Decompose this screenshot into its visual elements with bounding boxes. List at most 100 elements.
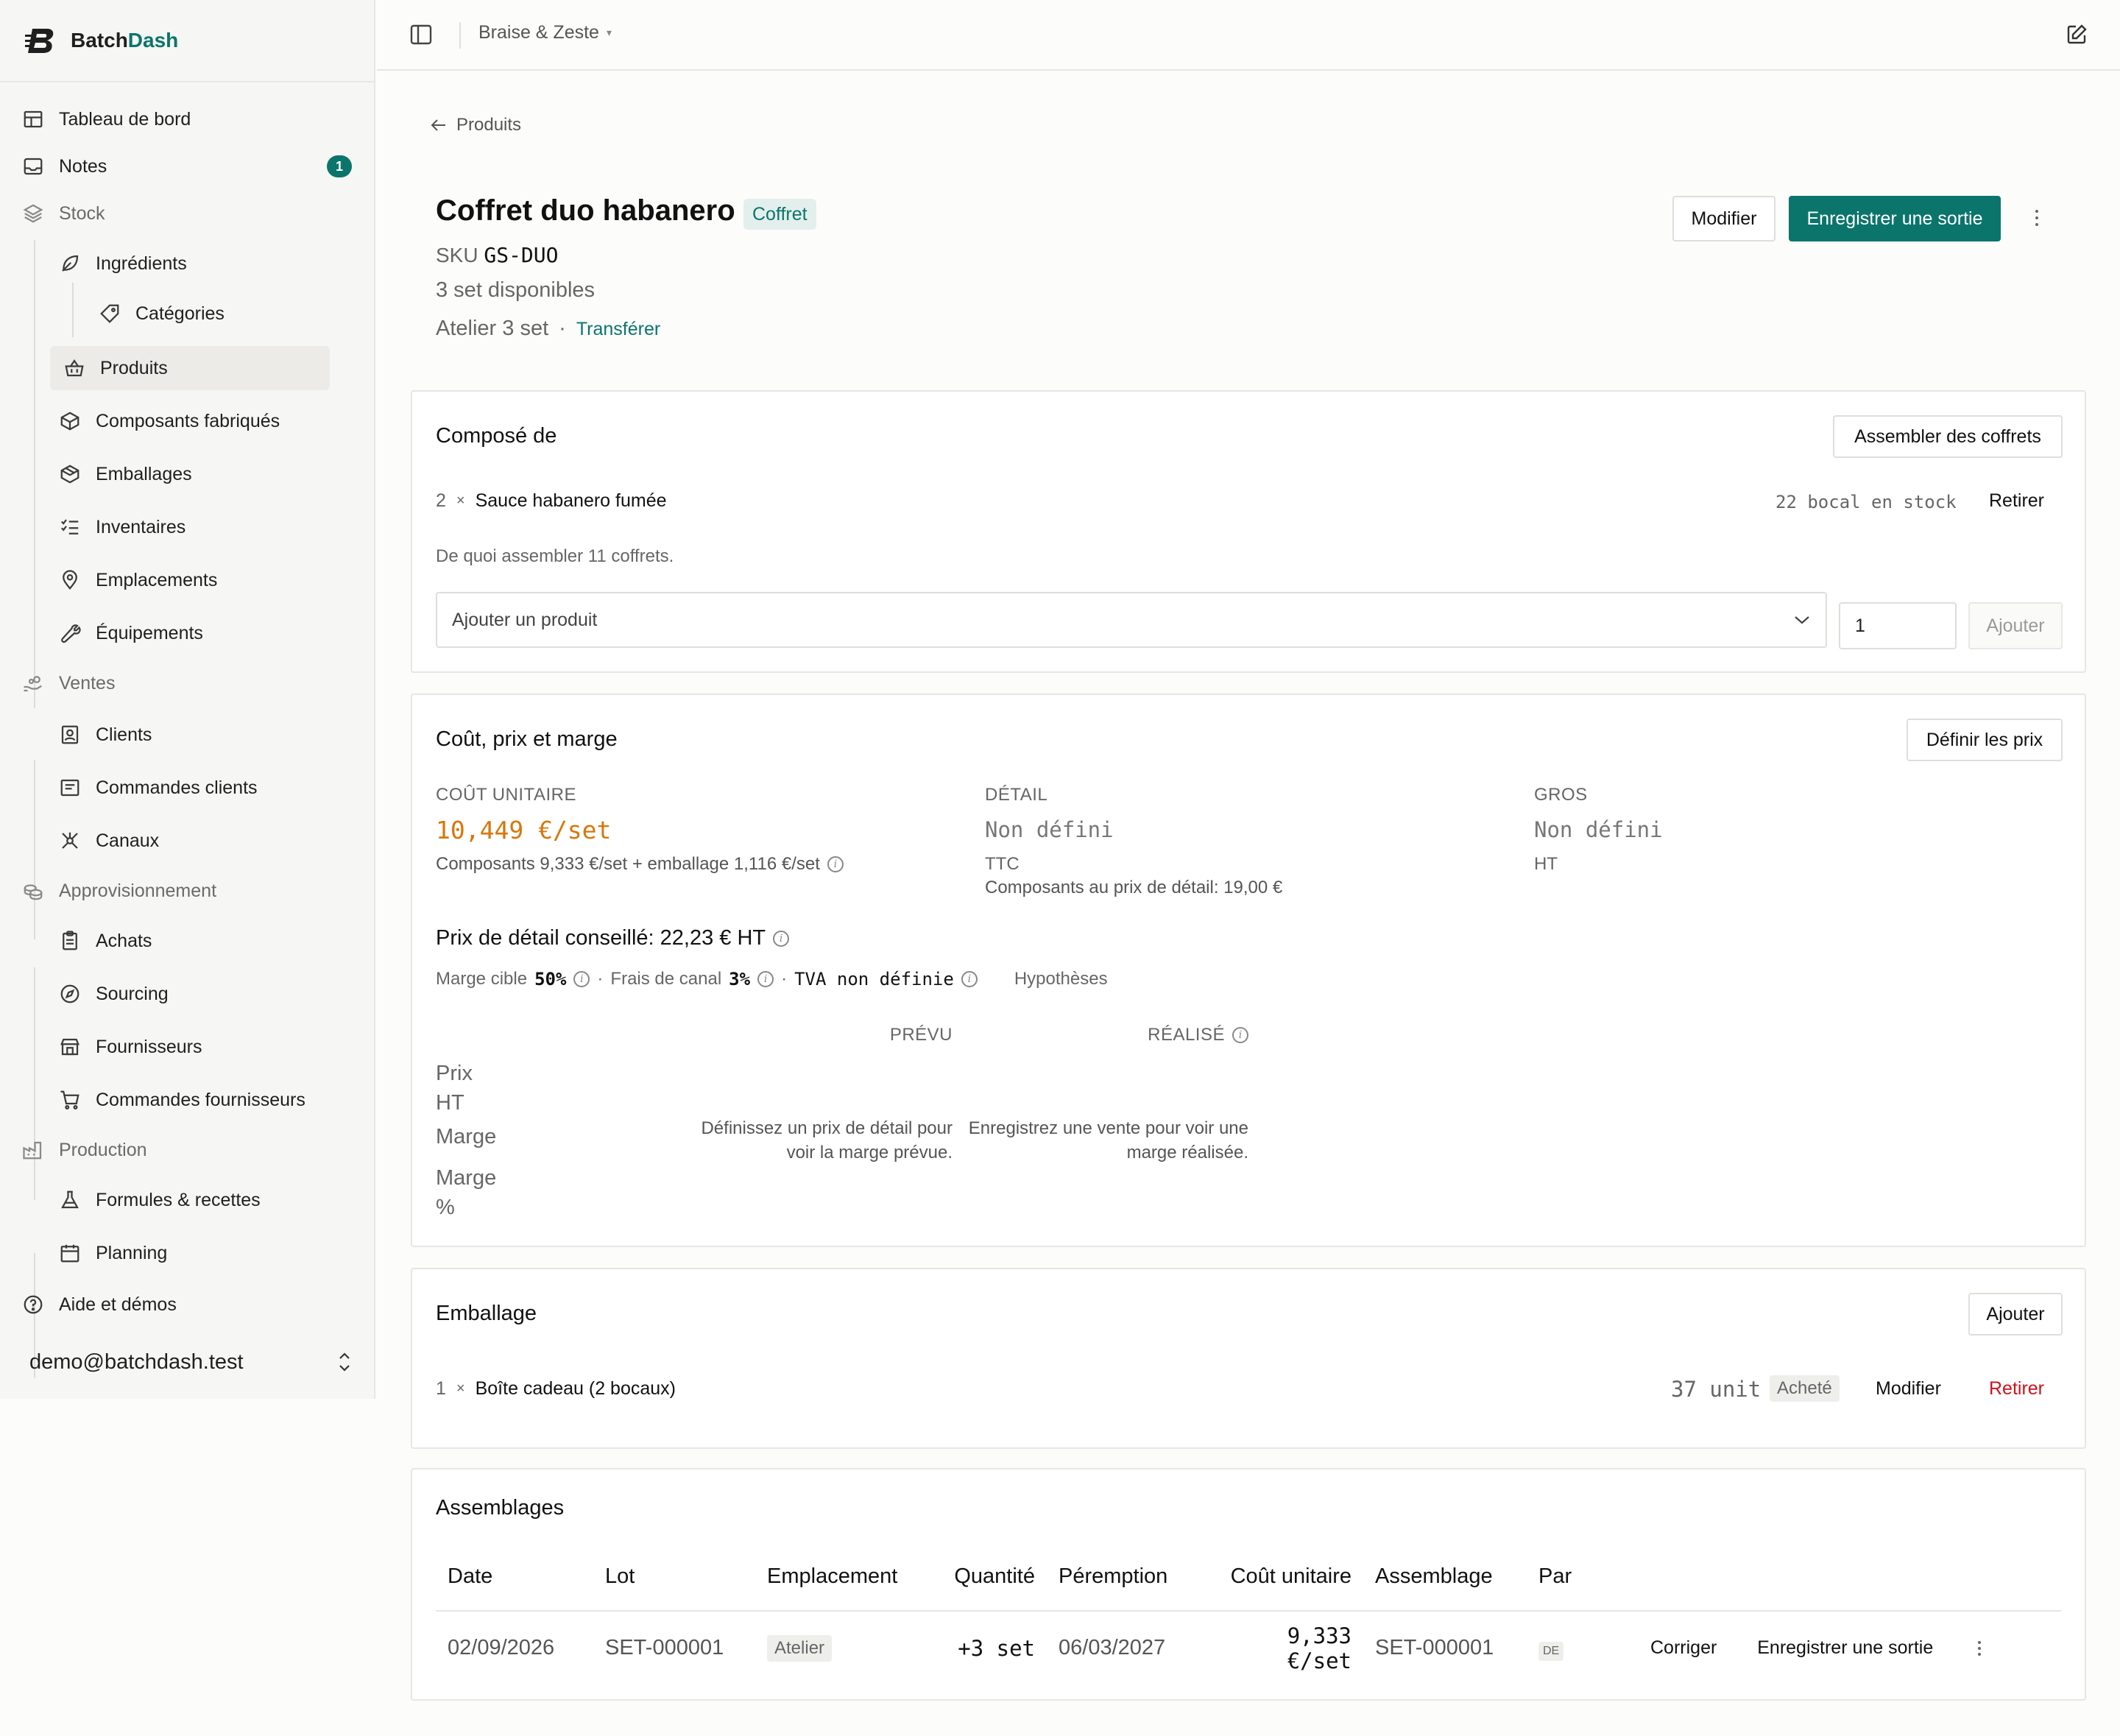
- sidebar-item-commandes-clients[interactable]: Commandes clients: [59, 766, 258, 810]
- sidebar-item-emplacements[interactable]: Emplacements: [59, 558, 217, 602]
- add-packaging-button[interactable]: Ajouter: [1968, 1293, 2063, 1335]
- workspace-switcher[interactable]: Braise & Zeste ▾: [478, 22, 612, 43]
- cell-actions: Corriger Enregistrer une sortie: [1637, 1610, 2061, 1684]
- component-remove-button[interactable]: Retirer: [1989, 490, 2044, 512]
- row-record-exit-button[interactable]: Enregistrer une sortie: [1757, 1637, 1933, 1658]
- separator-dot: ·: [781, 969, 788, 989]
- sidebar-item-label: Inventaires: [96, 516, 186, 537]
- sidebar-item-aide-et-demos[interactable]: Aide et démos: [22, 1282, 177, 1327]
- actual-msg-b: marge réalisée.: [1126, 1143, 1248, 1162]
- add-product-select[interactable]: Ajouter un produit: [436, 592, 1827, 648]
- cell-lot: SET-000001: [593, 1610, 755, 1684]
- sidebar-section-ventes[interactable]: Ventes: [22, 661, 115, 705]
- sidebar-item-label: Fournisseurs: [96, 1036, 202, 1057]
- define-prices-button[interactable]: Définir les prix: [1907, 719, 2063, 761]
- edit-product-button[interactable]: Modifier: [1672, 196, 1776, 241]
- sidebar-item-planning[interactable]: Planning: [59, 1231, 167, 1275]
- sidebar-item-label: Composants fabriqués: [96, 410, 280, 431]
- hypotheses-link[interactable]: Hypothèses: [1014, 969, 1108, 989]
- sidebar-item-commandes-fournisseurs[interactable]: Commandes fournisseurs: [59, 1078, 305, 1122]
- assemble-boxes-button[interactable]: Assembler des coffrets: [1833, 415, 2063, 458]
- pricing-assumptions: Marge cible 50% i · Frais de canal 3% i …: [436, 969, 1108, 989]
- info-icon[interactable]: i: [757, 971, 774, 987]
- sidebar-section-approvisionnement[interactable]: Approvisionnement: [22, 869, 216, 913]
- sidebar-item-produits[interactable]: Produits: [50, 346, 330, 390]
- sidebar-item-clients[interactable]: Clients: [59, 713, 152, 757]
- transfer-link[interactable]: Transférer: [576, 319, 660, 340]
- cell-date: 02/09/2026: [436, 1610, 593, 1684]
- account-switcher[interactable]: demo@batchdash.test: [29, 1340, 353, 1384]
- more-actions-icon[interactable]: [2026, 203, 2048, 233]
- packaging-card: Emballage Ajouter 1 × Boîte cadeau (2 bo…: [411, 1268, 2086, 1449]
- unit-cost-detail: Composants 9,333 €/set + emballage 1,116…: [436, 854, 820, 874]
- back-link[interactable]: Produits: [430, 115, 521, 135]
- margin-target-label: Marge cible: [436, 969, 528, 989]
- sidebar-section-production[interactable]: Production: [22, 1128, 147, 1172]
- info-icon[interactable]: i: [961, 971, 978, 987]
- retail-value: Non défini: [985, 817, 1114, 842]
- sidebar-item-label: Ingrédients: [96, 253, 187, 274]
- sidebar-item-notes[interactable]: Notes: [22, 144, 107, 188]
- info-icon[interactable]: i: [573, 971, 590, 987]
- user-avatar: DE: [1538, 1641, 1564, 1661]
- quantity-input[interactable]: 1: [1839, 602, 1957, 649]
- packaging-edit-button[interactable]: Modifier: [1876, 1378, 1941, 1400]
- brand[interactable]: Batch Dash: [0, 0, 374, 82]
- row-label-price-a: Prix: [436, 1062, 473, 1085]
- row-label-margin-pct: Marge %: [436, 1163, 496, 1222]
- row-more-icon[interactable]: [1978, 1641, 1982, 1656]
- inbox-icon: [24, 158, 43, 175]
- sidebar-toggle-icon[interactable]: [409, 24, 433, 46]
- chevrons-up-down-icon: [339, 1352, 350, 1372]
- sidebar-section-stock[interactable]: Stock: [22, 191, 105, 236]
- record-exit-button[interactable]: Enregistrer une sortie: [1789, 196, 2001, 241]
- sidebar-item-categories[interactable]: Catégories: [99, 292, 225, 336]
- sidebar-item-label: Approvisionnement: [59, 880, 217, 901]
- col-date: Date: [448, 1564, 493, 1588]
- info-icon[interactable]: i: [1232, 1027, 1248, 1043]
- sidebar-item-formules-recettes[interactable]: Formules & recettes: [59, 1178, 261, 1222]
- packaging-remove-button[interactable]: Retirer: [1989, 1378, 2044, 1400]
- layout-dashboard-icon: [24, 110, 43, 128]
- correct-button[interactable]: Corriger: [1650, 1637, 1717, 1658]
- assembly-link[interactable]: SET-000001: [1363, 1610, 1527, 1684]
- sidebar-item-equipements[interactable]: Équipements: [59, 611, 203, 655]
- row-label-margin-pct-b: %: [436, 1196, 455, 1219]
- sidebar-item-label: Équipements: [96, 622, 203, 643]
- user-email: demo@batchdash.test: [29, 1349, 244, 1374]
- arrow-left-icon: [431, 119, 445, 131]
- sidebar-item-sourcing[interactable]: Sourcing: [59, 972, 169, 1016]
- tree-line: [34, 240, 35, 708]
- list-checks-icon: [60, 519, 79, 534]
- table-row: 02/09/2026 SET-000001 Atelier +3 set 06/…: [436, 1610, 2061, 1684]
- add-component-button[interactable]: Ajouter: [1968, 602, 2063, 649]
- sku-code: GS-DUO: [484, 243, 559, 267]
- workspace-name: Braise & Zeste: [478, 22, 599, 43]
- notes-count-badge: 1: [327, 155, 352, 177]
- sidebar-item-inventaires[interactable]: Inventaires: [59, 505, 186, 549]
- sidebar-item-fournisseurs[interactable]: Fournisseurs: [59, 1025, 202, 1069]
- map-pin-icon: [63, 570, 77, 590]
- sidebar-item-label: Commandes clients: [96, 777, 258, 798]
- brand-name-b: Dash: [127, 29, 179, 52]
- row-label-price-b: HT: [436, 1091, 464, 1115]
- unit-cost-breakdown: Composants 9,333 €/set + emballage 1,116…: [436, 854, 844, 875]
- assembly-capacity-note: De quoi assembler 11 coffrets.: [436, 546, 674, 566]
- sidebar-item-label: Notes: [59, 155, 107, 177]
- sidebar-item-ingredients[interactable]: Ingrédients: [59, 241, 187, 286]
- info-icon[interactable]: i: [773, 930, 790, 947]
- sidebar-item-achats[interactable]: Achats: [59, 919, 152, 963]
- sidebar-item-composants-fabriques[interactable]: Composants fabriqués: [59, 399, 280, 443]
- sidebar-item-label: Ventes: [59, 672, 116, 694]
- sidebar-item-canaux[interactable]: Canaux: [59, 819, 159, 863]
- box-icon: [60, 412, 80, 431]
- square-pen-icon[interactable]: [2066, 24, 2088, 46]
- info-icon[interactable]: i: [827, 856, 844, 872]
- sidebar-item-label: Catégories: [135, 303, 225, 324]
- sidebar-item-emballages[interactable]: Emballages: [59, 452, 192, 496]
- channel-fee-label: Frais de canal: [610, 969, 722, 989]
- sidebar-item-label: Formules & recettes: [96, 1189, 261, 1210]
- sidebar-item-tableau-de-bord[interactable]: Tableau de bord: [22, 97, 191, 141]
- purchased-badge: Acheté: [1770, 1375, 1840, 1402]
- chevron-down-icon: [1795, 616, 1809, 624]
